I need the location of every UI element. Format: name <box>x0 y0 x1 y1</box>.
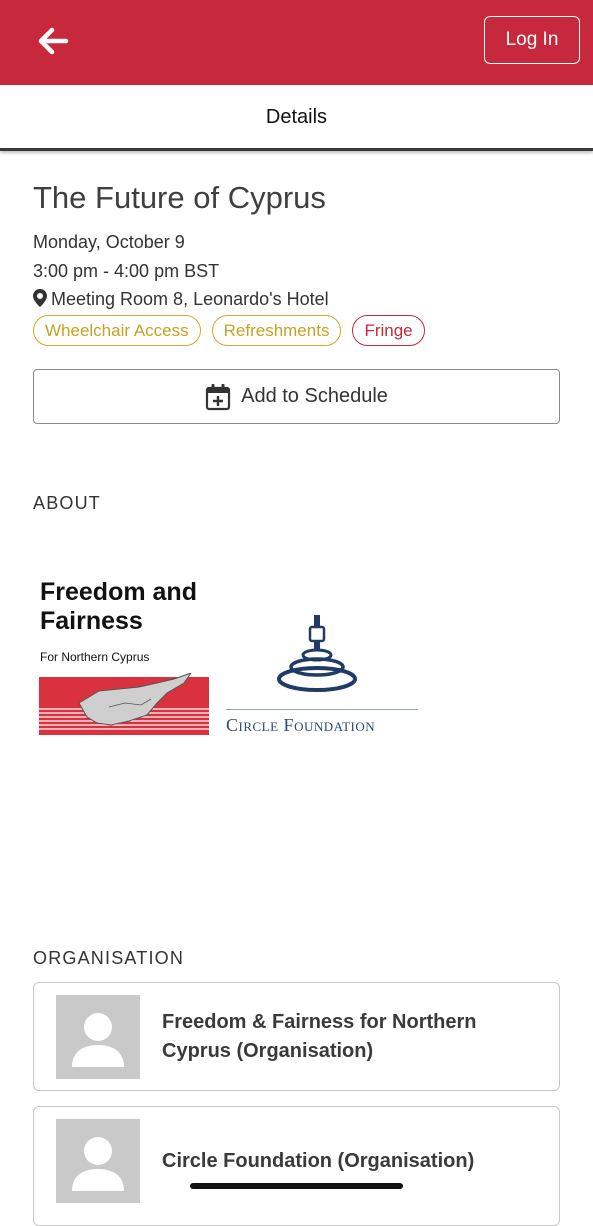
about-logos-image: Freedom and Fairness For Northern Cyprus… <box>36 578 426 748</box>
back-button[interactable] <box>36 24 70 58</box>
about-heading: ABOUT <box>33 493 102 513</box>
tag-wheelchair-access[interactable]: Wheelchair Access <box>33 315 201 346</box>
login-button[interactable]: Log In <box>484 16 580 64</box>
avatar <box>56 995 140 1079</box>
event-location-text: Meeting Room 8, Leonardo's Hotel <box>51 289 329 309</box>
event-time: 3:00 pm - 4:00 pm BST <box>33 261 220 281</box>
event-date: Monday, October 9 <box>33 232 185 252</box>
circle-foundation-emblem-icon <box>277 615 357 692</box>
organisation-name: Freedom & Fairness for Northern Cyprus (… <box>162 1011 477 1062</box>
tag-refreshments[interactable]: Refreshments <box>211 315 342 346</box>
tag-fringe[interactable]: Fringe <box>352 315 425 346</box>
organisation-name: Circle Foundation (Organisation) <box>162 1150 475 1172</box>
event-location: Meeting Room 8, Leonardo's Hotel <box>33 289 329 310</box>
add-to-schedule-button[interactable]: Add to Schedule <box>33 369 560 424</box>
page-subtitle: Details <box>265 106 328 128</box>
organisation-card[interactable]: Circle Foundation (Organisation) <box>33 1106 560 1226</box>
logo-left-subtitle: For Northern Cyprus <box>40 650 150 664</box>
user-placeholder-icon <box>72 1137 124 1191</box>
top-app-bar: Log In <box>0 0 593 85</box>
calendar-plus-icon <box>206 383 231 410</box>
cyprus-map-icon <box>39 673 209 735</box>
logo-right-text: Circle Foundation <box>226 715 376 735</box>
event-title: The Future of Cyprus <box>33 180 326 215</box>
user-placeholder-icon <box>72 1013 124 1067</box>
organisation-heading: ORGANISATION <box>33 948 185 968</box>
home-indicator[interactable] <box>190 1183 403 1189</box>
map-pin-icon <box>33 289 47 307</box>
add-to-schedule-label: Add to Schedule <box>241 385 388 407</box>
avatar <box>56 1119 140 1203</box>
logo-left-title: Freedom and Fairness <box>40 578 197 635</box>
details-header: Details <box>0 85 593 151</box>
arrow-left-icon <box>38 27 69 55</box>
organisation-card[interactable]: Freedom & Fairness for Northern Cyprus (… <box>33 982 560 1091</box>
event-tags: Wheelchair Access Refreshments Fringe <box>33 315 425 346</box>
